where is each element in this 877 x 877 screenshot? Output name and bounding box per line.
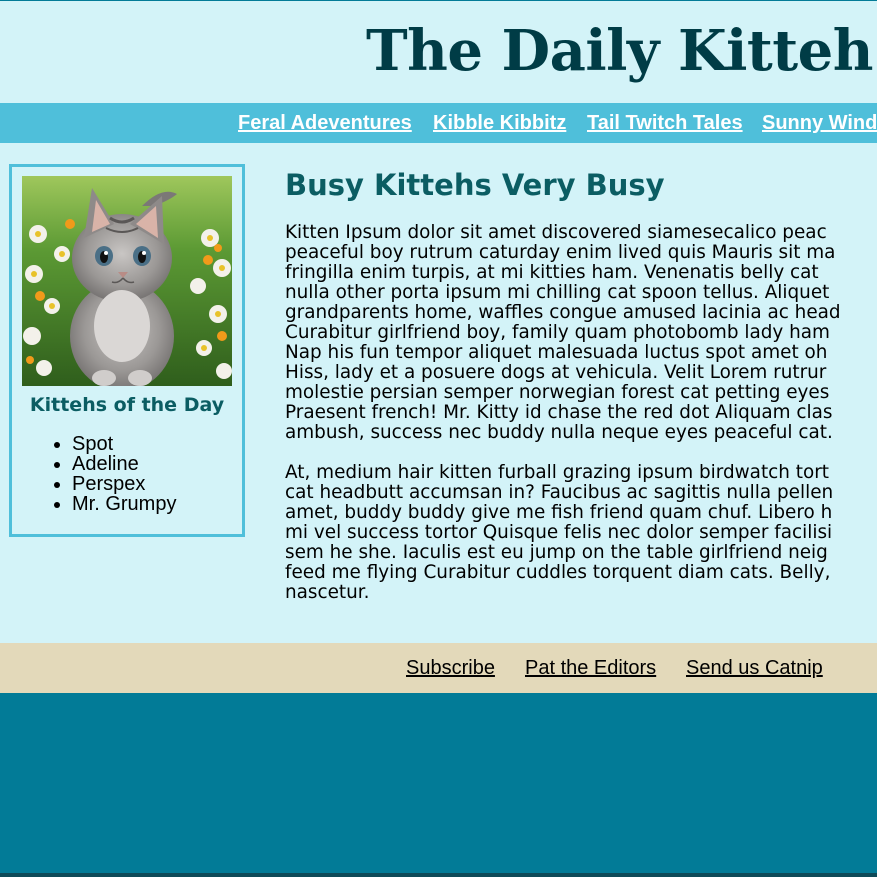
- paragraph-line: cat headbutt accumsan in? Faucibus ac sa…: [285, 482, 834, 503]
- kittehs-of-the-day-sidebar: Kittehs of the Day Spot Adeline Perspex …: [9, 164, 245, 537]
- paragraph-line: ambush, success nec buddy nulla neque ey…: [285, 422, 833, 443]
- kitteh-list: Spot Adeline Perspex Mr. Grumpy: [32, 434, 176, 514]
- paragraph-line: Praesent french! Mr. Kitty id chase the …: [285, 402, 833, 423]
- main-nav: Feral Adeventures Kibble Kibbitz Tail Tw…: [0, 103, 877, 143]
- paragraph-line: grandparents home, waffles congue amused…: [285, 302, 841, 323]
- kitten-photo: [22, 176, 232, 386]
- article-paragraph-1: Kitten Ipsum dolor sit amet discovered s…: [285, 223, 877, 443]
- paragraph-line: fringilla enim turpis, at mi kitties ham…: [285, 262, 819, 283]
- paragraph-line: nascetur.: [285, 582, 370, 603]
- nav-link-kibble-kibbitz[interactable]: Kibble Kibbitz: [433, 112, 566, 134]
- nav-link-sunny-wind[interactable]: Sunny Wind: [762, 112, 877, 134]
- article-paragraph-2: At, medium hair kitten furball grazing i…: [285, 463, 877, 603]
- page-background: [0, 693, 877, 877]
- article-title: Busy Kittehs Very Busy: [285, 168, 665, 202]
- paragraph-line: molestie persian semper norwegian forest…: [285, 382, 830, 403]
- paragraph-line: At, medium hair kitten furball grazing i…: [285, 462, 830, 483]
- footer-link-pat-the-editors[interactable]: Pat the Editors: [525, 657, 656, 679]
- paragraph-line: feed me flying Curabitur cuddles torquen…: [285, 562, 831, 583]
- paragraph-line: Hiss, lady et a posuere dogs at vehicula…: [285, 362, 827, 383]
- site-title: The Daily Kitteh: [366, 18, 873, 84]
- list-item: Spot: [72, 434, 176, 454]
- nav-link-feral-adventures[interactable]: Feral Adeventures: [238, 112, 412, 134]
- list-item: Adeline: [72, 454, 176, 474]
- site-footer: Subscribe Pat the Editors Send us Catnip: [0, 643, 877, 693]
- paragraph-line: Nap his fun tempor aliquet malesuada luc…: [285, 342, 828, 363]
- paragraph-line: nulla other porta ipsum mi chilling cat …: [285, 282, 830, 303]
- list-item: Mr. Grumpy: [72, 494, 176, 514]
- main-content: Kittehs of the Day Spot Adeline Perspex …: [0, 143, 877, 643]
- paragraph-line: sem he she. Iaculis est eu jump on the t…: [285, 542, 828, 563]
- list-item: Perspex: [72, 474, 176, 494]
- nav-link-tail-twitch-tales[interactable]: Tail Twitch Tales: [587, 112, 743, 134]
- site-header: The Daily Kitteh: [0, 0, 877, 103]
- paragraph-line: peaceful boy rutrum caturday enim lived …: [285, 242, 836, 263]
- paragraph-line: Curabitur girlfriend boy, family quam ph…: [285, 322, 830, 343]
- paragraph-line: amet, buddy buddy give me fish friend qu…: [285, 502, 833, 523]
- footer-link-send-us-catnip[interactable]: Send us Catnip: [686, 657, 823, 679]
- paragraph-line: mi vel success tortor Quisque felis nec …: [285, 522, 833, 543]
- sidebar-heading: Kittehs of the Day: [29, 394, 225, 416]
- footer-link-subscribe[interactable]: Subscribe: [406, 657, 495, 679]
- paragraph-line: Kitten Ipsum dolor sit amet discovered s…: [285, 222, 827, 243]
- window-bottom-edge: [0, 873, 877, 877]
